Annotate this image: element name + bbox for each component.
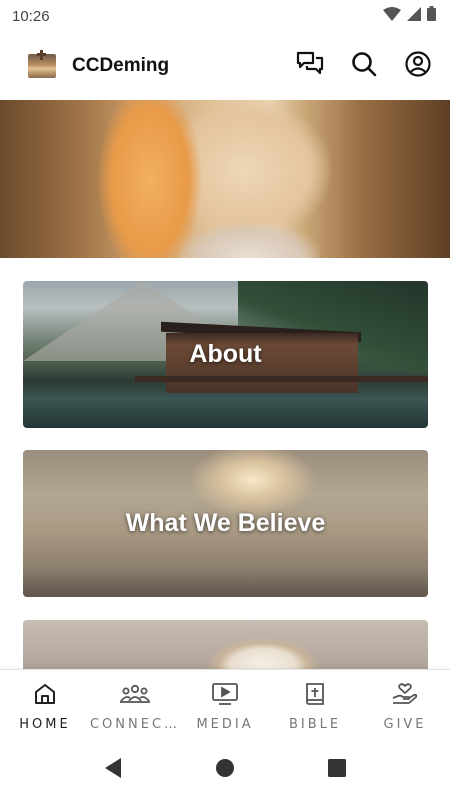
people-icon — [119, 682, 151, 711]
home-circle-icon — [215, 758, 235, 783]
system-back-button[interactable] — [101, 757, 125, 784]
app-logo — [28, 50, 56, 78]
recents-icon — [327, 758, 347, 783]
status-bar: 10:26 — [0, 0, 450, 32]
cell-signal-icon — [407, 6, 421, 26]
nav-item-connect[interactable]: CONNEC… — [90, 670, 180, 741]
hero-banner — [0, 100, 450, 258]
status-time: 10:26 — [12, 7, 50, 25]
app-bar: CCDeming — [0, 32, 450, 100]
nav-label-give: GIVE — [383, 717, 427, 732]
nav-item-home[interactable]: HOME — [0, 670, 90, 741]
chat-icon — [296, 51, 324, 82]
nav-item-media[interactable]: MEDIA — [180, 670, 270, 741]
about-card[interactable]: About — [23, 281, 428, 428]
nav-label-media: MEDIA — [196, 717, 254, 732]
account-icon — [404, 50, 432, 83]
bottom-nav: HOME CONNEC… MEDIA BIBLE GIVE — [0, 669, 450, 741]
nav-item-bible[interactable]: BIBLE — [270, 670, 360, 741]
app-actions — [294, 50, 434, 82]
back-icon — [103, 757, 123, 784]
account-button[interactable] — [402, 50, 434, 82]
media-icon — [211, 682, 239, 711]
nav-label-connect: CONNEC… — [89, 717, 181, 732]
chat-button[interactable] — [294, 50, 326, 82]
wifi-icon — [383, 6, 401, 26]
card-image-dock — [135, 376, 428, 382]
give-icon — [391, 682, 419, 711]
bible-icon — [303, 682, 327, 711]
what-we-believe-card[interactable]: What We Believe — [23, 450, 428, 597]
system-home-button[interactable] — [213, 759, 237, 783]
app-title: CCDeming — [72, 55, 170, 76]
about-card-label: About — [189, 340, 262, 368]
search-button[interactable] — [348, 50, 380, 82]
home-icon — [33, 682, 57, 711]
status-icons — [383, 6, 436, 26]
nav-item-give[interactable]: GIVE — [360, 670, 450, 741]
nav-label-home: HOME — [19, 717, 71, 732]
system-recents-button[interactable] — [325, 759, 349, 783]
search-icon — [350, 50, 378, 83]
battery-icon — [427, 6, 436, 26]
what-we-believe-card-label: What We Believe — [125, 509, 326, 537]
nav-label-bible: BIBLE — [288, 717, 342, 732]
system-nav-bar — [0, 741, 450, 800]
hero-rocks — [180, 222, 320, 258]
